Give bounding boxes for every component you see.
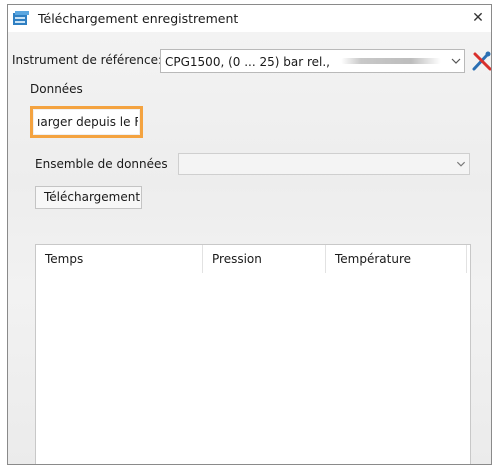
title-bar: Téléchargement enregistrement ✕ (8, 5, 491, 32)
database-icon (13, 11, 29, 25)
instrument-settings-tool-icon[interactable] (470, 49, 492, 73)
download-recording-dialog: Téléchargement enregistrement ✕ Instrume… (7, 4, 492, 465)
reference-instrument-label: Instrument de référence: (12, 53, 162, 67)
recording-data-table[interactable]: Temps Pression Température (35, 244, 471, 464)
reference-instrument-value: CPG1500, (0 ... 25) bar rel., (165, 55, 330, 69)
chevron-down-icon (451, 58, 461, 64)
download-button[interactable]: Téléchargement (35, 186, 142, 209)
dataset-label: Ensemble de données (35, 157, 168, 171)
column-header-temperature[interactable]: Température (326, 245, 466, 273)
data-section-label: Données (30, 82, 83, 96)
redacted-serial (341, 58, 441, 64)
dialog-body: Instrument de référence: CPG1500, (0 ...… (8, 32, 491, 464)
reference-instrument-dropdown[interactable]: CPG1500, (0 ... 25) bar rel., (160, 49, 465, 73)
column-divider (466, 245, 467, 273)
close-button[interactable]: ✕ (465, 5, 491, 32)
window-title: Téléchargement enregistrement (38, 11, 239, 26)
dataset-dropdown[interactable] (178, 153, 470, 175)
column-header-time[interactable]: Temps (36, 245, 202, 273)
chevron-down-icon (456, 161, 466, 167)
column-header-pressure[interactable]: Pression (203, 245, 325, 273)
load-from-pc-button[interactable]: ıarger depuis le F (34, 110, 139, 134)
